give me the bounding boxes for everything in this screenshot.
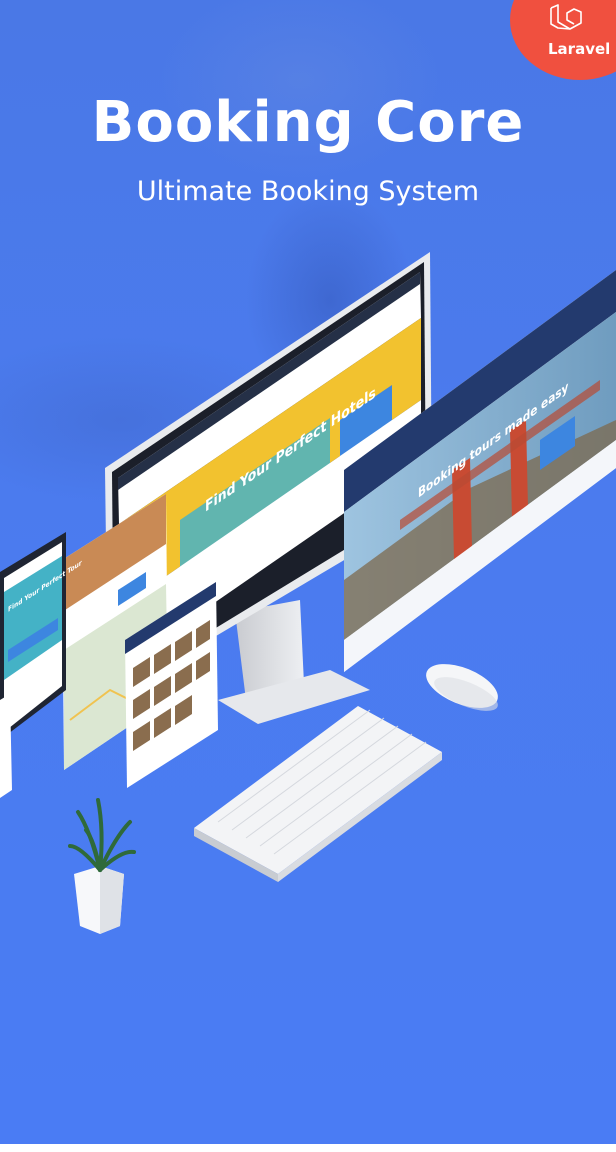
mouse-icon	[426, 664, 498, 711]
plant-icon	[68, 798, 136, 934]
promo-banner: Laravel Booking Core Ultimate Booking Sy…	[0, 0, 616, 1144]
keyboard-icon	[194, 706, 442, 882]
device-mockup-scene: Find Your Perfect Hotels Booking tours m…	[0, 252, 616, 934]
partial-screen	[0, 694, 12, 798]
